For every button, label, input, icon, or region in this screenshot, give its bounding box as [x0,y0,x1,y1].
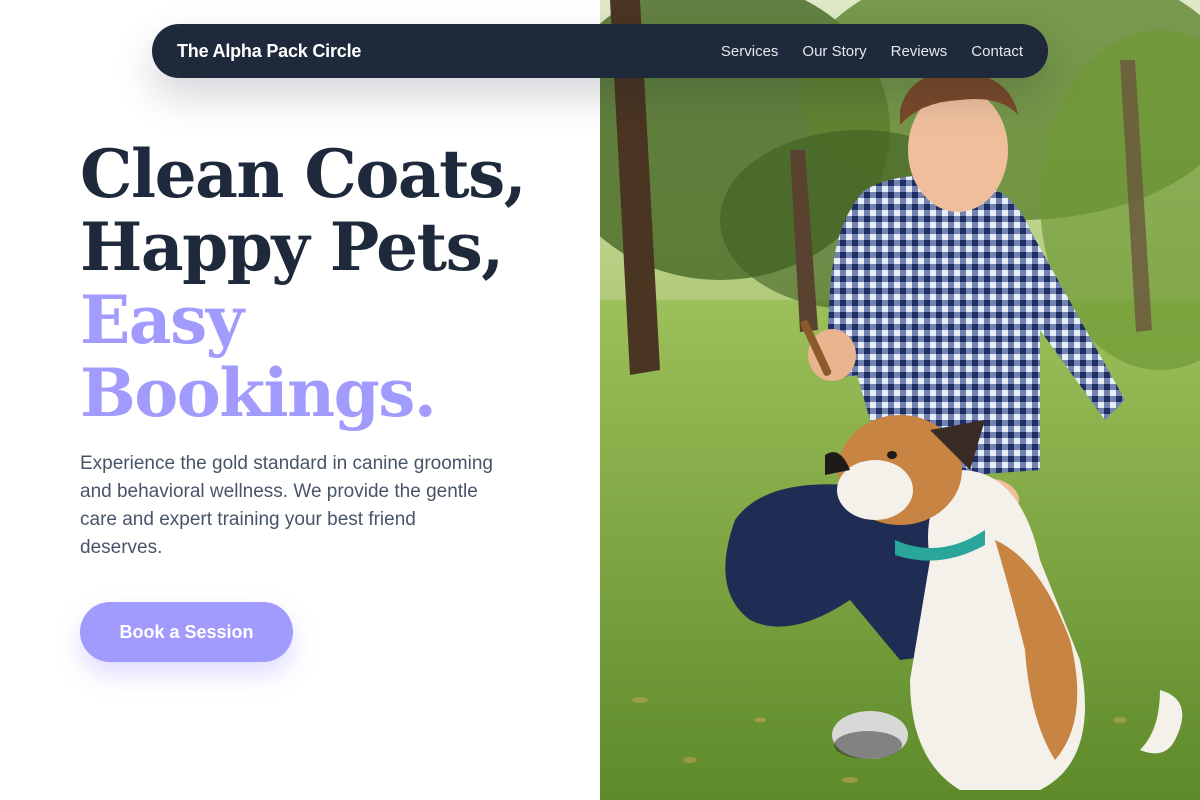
main-nav: The Alpha Pack Circle Services Our Story… [152,24,1048,78]
hero-description: Experience the gold standard in canine g… [80,453,493,558]
hero-section: Clean Coats, Happy Pets, Easy Bookings. … [80,138,580,562]
hero-headline: Clean Coats, Happy Pets, Easy Bookings. [80,138,580,430]
nav-link-services[interactable]: Services [721,43,779,60]
headline-accent-line-1: Easy [80,281,244,359]
book-session-button[interactable]: Book a Session [80,602,293,662]
nav-links: Services Our Story Reviews Contact [721,43,1023,60]
hero-photo-illustration [600,0,1200,800]
brand-logo-text[interactable]: The Alpha Pack Circle [177,41,361,62]
headline-line-2: Happy Pets, [80,208,504,286]
nav-link-contact[interactable]: Contact [971,43,1023,60]
headline-accent-line-2: Bookings. [80,354,437,432]
nav-link-our-story[interactable]: Our Story [802,43,866,60]
headline-line-1: Clean Coats, [80,135,527,213]
nav-link-reviews[interactable]: Reviews [891,43,948,60]
hero-image [600,0,1200,800]
